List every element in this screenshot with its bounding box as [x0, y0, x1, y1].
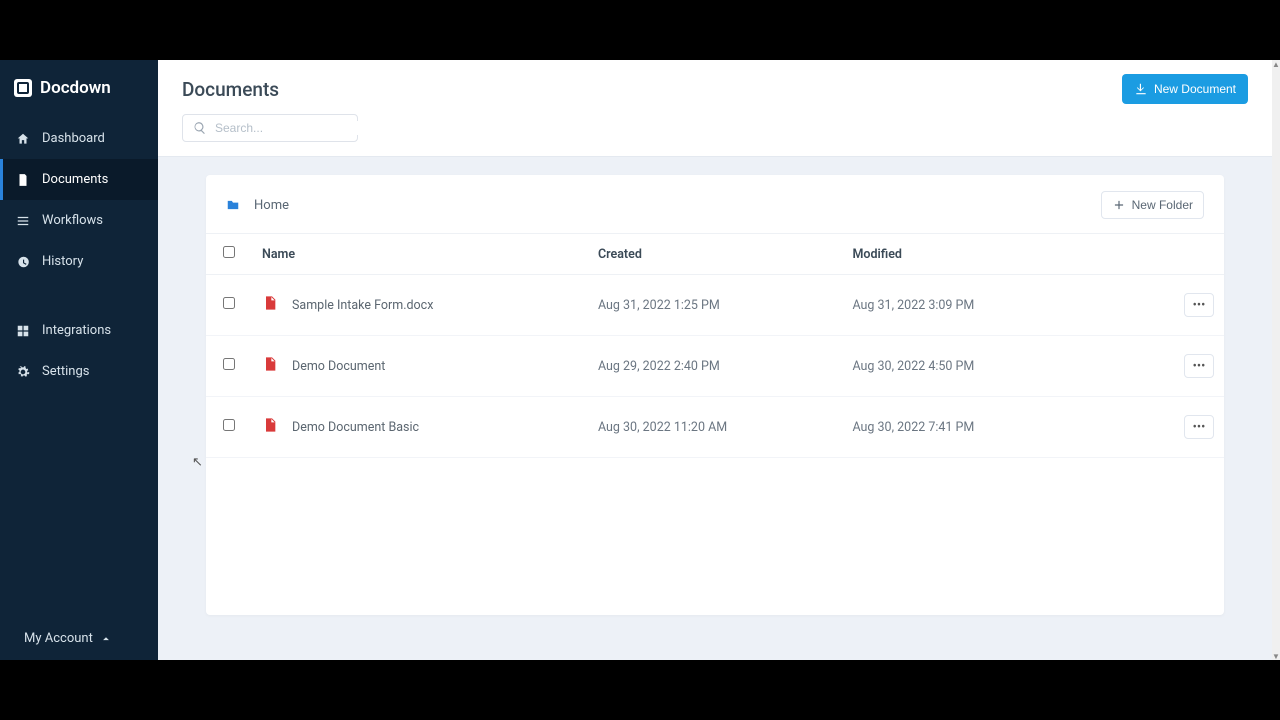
new-document-button[interactable]: New Document	[1122, 74, 1248, 104]
download-icon	[1134, 82, 1148, 96]
file-modified: Aug 30, 2022 7:41 PM	[842, 397, 1164, 458]
sidebar: Docdown Dashboard Documents Workflows Hi…	[0, 60, 158, 660]
pdf-icon	[262, 295, 278, 315]
table-row[interactable]: Demo Document Aug 29, 2022 2:40 PM Aug 3…	[206, 336, 1224, 397]
table-row[interactable]: Sample Intake Form.docx Aug 31, 2022 1:2…	[206, 275, 1224, 336]
new-folder-button[interactable]: New Folder	[1101, 191, 1204, 219]
topbar: Documents New Document	[158, 60, 1272, 114]
file-created: Aug 30, 2022 11:20 AM	[588, 397, 843, 458]
file-modified: Aug 31, 2022 3:09 PM	[842, 275, 1164, 336]
column-name[interactable]: Name	[252, 234, 588, 275]
sidebar-item-label: Workflows	[42, 213, 103, 228]
document-icon	[16, 173, 30, 187]
ellipsis-icon: •••	[1193, 359, 1206, 374]
row-actions-button[interactable]: •••	[1184, 293, 1214, 317]
pdf-icon	[262, 356, 278, 376]
breadcrumb-home: Home	[254, 198, 289, 213]
row-checkbox[interactable]	[223, 358, 235, 370]
sidebar-item-history[interactable]: History	[0, 241, 158, 282]
brand-name: Docdown	[40, 78, 111, 98]
plus-icon	[1112, 198, 1126, 212]
table-row[interactable]: Demo Document Basic Aug 30, 2022 11:20 A…	[206, 397, 1224, 458]
sidebar-item-documents[interactable]: Documents	[0, 159, 158, 200]
scrollbar[interactable]	[1272, 60, 1280, 660]
sidebar-item-dashboard[interactable]: Dashboard	[0, 118, 158, 159]
column-modified[interactable]: Modified	[842, 234, 1164, 275]
file-modified: Aug 30, 2022 4:50 PM	[842, 336, 1164, 397]
grid-icon	[16, 324, 30, 338]
sidebar-item-label: Documents	[42, 172, 108, 187]
brand-icon	[14, 79, 32, 97]
scroll-up-icon[interactable]: ▲	[1272, 60, 1280, 68]
folder-icon	[226, 198, 240, 212]
sidebar-item-settings[interactable]: Settings	[0, 351, 158, 392]
file-name: Demo Document Basic	[292, 420, 419, 435]
content: Home New Folder Name Created Modified	[158, 157, 1272, 660]
row-checkbox[interactable]	[223, 419, 235, 431]
sidebar-item-label: History	[42, 254, 83, 269]
file-name: Sample Intake Form.docx	[292, 298, 433, 313]
row-actions-button[interactable]: •••	[1184, 354, 1214, 378]
scroll-down-icon[interactable]: ▼	[1272, 652, 1280, 660]
page-title: Documents	[182, 78, 279, 101]
my-account-label: My Account	[24, 631, 93, 646]
ellipsis-icon: •••	[1193, 298, 1206, 313]
sidebar-item-label: Settings	[42, 364, 89, 379]
new-document-label: New Document	[1154, 82, 1236, 96]
new-folder-label: New Folder	[1132, 198, 1193, 212]
breadcrumb[interactable]: Home	[226, 198, 289, 213]
chevron-up-icon	[99, 632, 113, 646]
sidebar-item-workflows[interactable]: Workflows	[0, 200, 158, 241]
file-name: Demo Document	[292, 359, 385, 374]
sidebar-item-label: Integrations	[42, 323, 111, 338]
file-created: Aug 29, 2022 2:40 PM	[588, 336, 843, 397]
row-actions-button[interactable]: •••	[1184, 415, 1214, 439]
home-icon	[16, 132, 30, 146]
history-icon	[16, 255, 30, 269]
brand[interactable]: Docdown	[0, 60, 158, 118]
row-checkbox[interactable]	[223, 297, 235, 309]
my-account-menu[interactable]: My Account	[0, 617, 158, 660]
search-input[interactable]	[215, 121, 370, 135]
gear-icon	[16, 365, 30, 379]
select-all-checkbox[interactable]	[223, 246, 235, 258]
file-created: Aug 31, 2022 1:25 PM	[588, 275, 843, 336]
search-icon	[193, 121, 207, 135]
pdf-icon	[262, 417, 278, 437]
documents-table: Name Created Modified Sample Intake Form…	[206, 233, 1224, 458]
bars-icon	[16, 214, 30, 228]
search-row	[158, 114, 1272, 157]
documents-panel: Home New Folder Name Created Modified	[206, 175, 1224, 615]
ellipsis-icon: •••	[1193, 420, 1206, 435]
main: Documents New Document Home	[158, 60, 1272, 660]
sidebar-item-integrations[interactable]: Integrations	[0, 310, 158, 351]
search-wrap[interactable]	[182, 114, 358, 142]
column-created[interactable]: Created	[588, 234, 843, 275]
sidebar-item-label: Dashboard	[42, 131, 105, 146]
